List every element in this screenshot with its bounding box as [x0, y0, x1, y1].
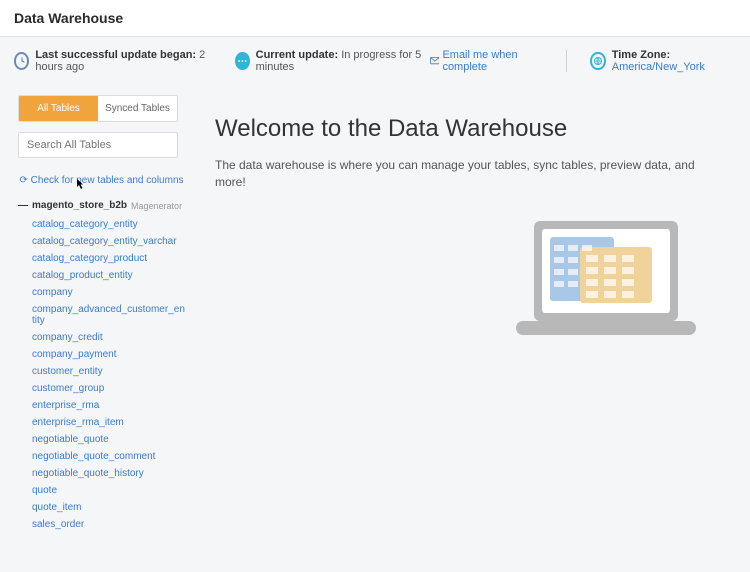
- list-item[interactable]: company: [32, 284, 185, 301]
- list-item[interactable]: catalog_product_entity: [32, 267, 185, 284]
- list-item[interactable]: company_advanced_customer_entity: [32, 301, 185, 329]
- main-panel: Welcome to the Data Warehouse The data w…: [185, 85, 750, 533]
- welcome-text: The data warehouse is where you can mana…: [215, 157, 726, 191]
- refresh-icon: ⟳: [19, 175, 27, 186]
- list-item[interactable]: customer_group: [32, 380, 185, 397]
- current-update-label: Current update:: [256, 49, 339, 61]
- content-area: All Tables Synced Tables ⟳ Check for new…: [0, 85, 750, 533]
- table-list: catalog_category_entity catalog_category…: [18, 216, 185, 533]
- sidebar-tabs: All Tables Synced Tables: [18, 95, 178, 122]
- status-divider: [566, 50, 567, 72]
- mail-icon: [430, 56, 440, 66]
- progress-icon: ⋯: [235, 52, 250, 70]
- list-item[interactable]: negotiable_quote: [32, 431, 185, 448]
- collapse-icon: —: [18, 200, 28, 211]
- list-item[interactable]: customer_entity: [32, 363, 185, 380]
- status-bar: Last successful update began: 2 hours ag…: [0, 37, 750, 85]
- last-update-status: Last successful update began: 2 hours ag…: [14, 49, 215, 73]
- list-item[interactable]: catalog_category_entity_varchar: [32, 233, 185, 250]
- email-when-complete-link[interactable]: Email me when complete: [430, 49, 542, 73]
- list-item[interactable]: catalog_category_product: [32, 250, 185, 267]
- sidebar-group-header[interactable]: — magento_store_b2b Magenerator: [18, 200, 185, 211]
- tab-synced-tables[interactable]: Synced Tables: [98, 96, 177, 121]
- check-new-tables-link[interactable]: ⟳ Check for new tables and columns: [18, 174, 185, 188]
- current-update-status: ⋯ Current update: In progress for 5 minu…: [235, 49, 542, 73]
- list-item[interactable]: enterprise_rma_item: [32, 414, 185, 431]
- group-name: magento_store_b2b: [32, 200, 127, 211]
- list-item[interactable]: quote_item: [32, 499, 185, 516]
- list-item[interactable]: negotiable_quote_comment: [32, 448, 185, 465]
- clock-icon: [14, 52, 29, 70]
- cursor-icon: [76, 178, 86, 195]
- list-item[interactable]: negotiable_quote_history: [32, 465, 185, 482]
- welcome-title: Welcome to the Data Warehouse: [215, 115, 726, 143]
- timezone-label: Time Zone:: [612, 49, 670, 61]
- group-subtitle: Magenerator: [131, 201, 182, 211]
- list-item[interactable]: company_credit: [32, 329, 185, 346]
- list-item[interactable]: sales_order: [32, 516, 185, 533]
- last-update-label: Last successful update began:: [35, 49, 196, 61]
- page-title-bar: Data Warehouse: [0, 0, 750, 37]
- welcome-illustration: [215, 211, 726, 351]
- timezone-status: Time Zone: America/New_York: [590, 49, 736, 73]
- tab-all-tables[interactable]: All Tables: [19, 96, 98, 121]
- search-input[interactable]: [18, 132, 178, 158]
- list-item[interactable]: company_payment: [32, 346, 185, 363]
- globe-icon: [590, 52, 605, 70]
- list-item[interactable]: quote: [32, 482, 185, 499]
- list-item[interactable]: enterprise_rma: [32, 397, 185, 414]
- list-item[interactable]: catalog_category_entity: [32, 216, 185, 233]
- timezone-link[interactable]: America/New_York: [612, 61, 705, 73]
- sidebar: All Tables Synced Tables ⟳ Check for new…: [0, 85, 185, 533]
- page-title: Data Warehouse: [14, 10, 123, 26]
